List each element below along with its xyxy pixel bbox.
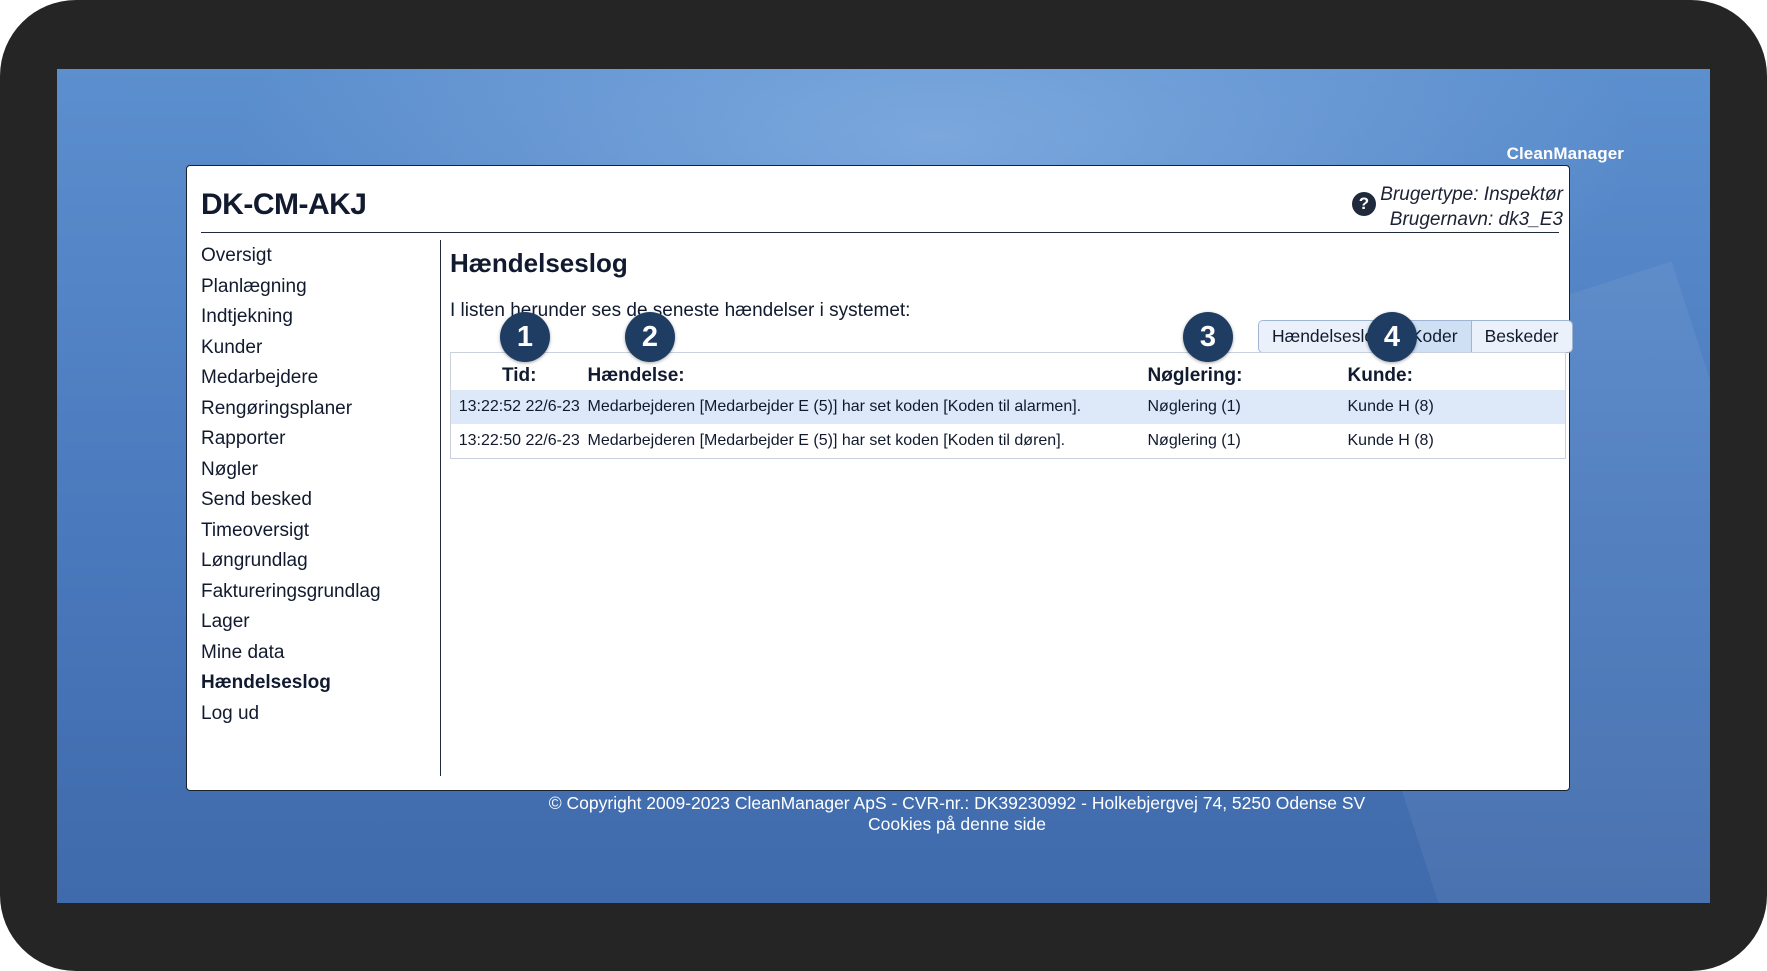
callout-badge-4: 4 [1367,312,1417,362]
sidebar-item-send-besked[interactable]: Send besked [201,488,441,519]
cell-time: 13:22:52 22/6-23 [450,390,588,424]
sidebar-item-lager[interactable]: Lager [201,610,441,641]
cookies-link[interactable]: Cookies på denne side [457,814,1457,835]
sidebar-item-mine-data[interactable]: Mine data [201,641,441,672]
cell-customer: Kunde H (8) [1347,390,1566,424]
header-divider [201,232,1559,233]
sidebar-item-faktureringsgrundlag[interactable]: Faktureringsgrundlag [201,580,441,611]
question-circle-icon[interactable]: ? [1352,192,1376,216]
sidebar-item-rengoringsplaner[interactable]: Rengøringsplaner [201,397,441,428]
cell-keyring: Nøglering (1) [1147,432,1241,449]
cell-keyring: Nøglering (1) [1147,390,1348,424]
page-title: Hændelseslog [450,248,628,278]
sidebar-item-timeoversigt[interactable]: Timeoversigt [201,519,441,550]
sidebar-item-medarbejdere[interactable]: Medarbejdere [201,366,441,397]
user-name: Brugernavn: dk3_E3 [1389,209,1563,230]
table-row: 13:22:50 22/6-23 Medarbejderen [Medarbej… [451,424,1566,459]
sidebar-item-longrundlag[interactable]: Løngrundlag [201,549,441,580]
cell-event: Medarbejderen [Medarbejder E (5)] har se… [587,432,1066,449]
site-title: DK-CM-AKJ [201,188,367,221]
device-frame: CleanManager DK-CM-AKJ ? Brugertype: Ins… [0,0,1767,971]
column-header-keyring: Nøglering: [1147,365,1243,386]
sidebar-divider [440,240,441,776]
event-log-table: Tid: Hændelse: Nøglering: Kunde: 13:22:5… [450,352,1566,459]
copyright-text: © Copyright 2009-2023 CleanManager ApS -… [548,793,1366,813]
cell-event: Medarbejderen [Medarbejder E (5)] har se… [587,390,1148,424]
user-info: Brugertype: Inspektør Brugernavn: dk3_E3 [1380,182,1563,232]
callout-badge-2: 2 [625,312,675,362]
sidebar-item-indtjekning[interactable]: Indtjekning [201,305,441,336]
page-footer: © Copyright 2009-2023 CleanManager ApS -… [457,793,1457,835]
user-type: Brugertype: Inspektør [1380,184,1563,205]
brand-label: CleanManager [1506,144,1624,163]
cell-time: 13:22:50 22/6-23 [458,432,580,449]
sidebar-nav: Oversigt Planlægning Indtjekning Kunder … [201,244,441,732]
column-header-event: Hændelse: [587,365,685,386]
cell-customer: Kunde H (8) [1347,432,1434,449]
browser-viewport: CleanManager DK-CM-AKJ ? Brugertype: Ins… [57,69,1710,903]
callout-badge-3: 3 [1183,312,1233,362]
callout-badge-1: 1 [500,312,550,362]
tab-beskeder[interactable]: Beskeder [1471,321,1572,352]
sidebar-item-log-ud[interactable]: Log ud [201,702,441,733]
sidebar-item-planlaegning[interactable]: Planlægning [201,275,441,306]
sidebar-item-kunder[interactable]: Kunder [201,336,441,367]
sidebar-item-rapporter[interactable]: Rapporter [201,427,441,458]
sidebar-item-oversigt[interactable]: Oversigt [201,244,441,275]
sidebar-item-nogler[interactable]: Nøgler [201,458,441,489]
table-row: 13:22:52 22/6-23 Medarbejderen [Medarbej… [450,390,1566,424]
sidebar-item-haendelseslog[interactable]: Hændelseslog [201,671,441,702]
app-window: DK-CM-AKJ ? Brugertype: Inspektør Bruger… [186,165,1573,791]
